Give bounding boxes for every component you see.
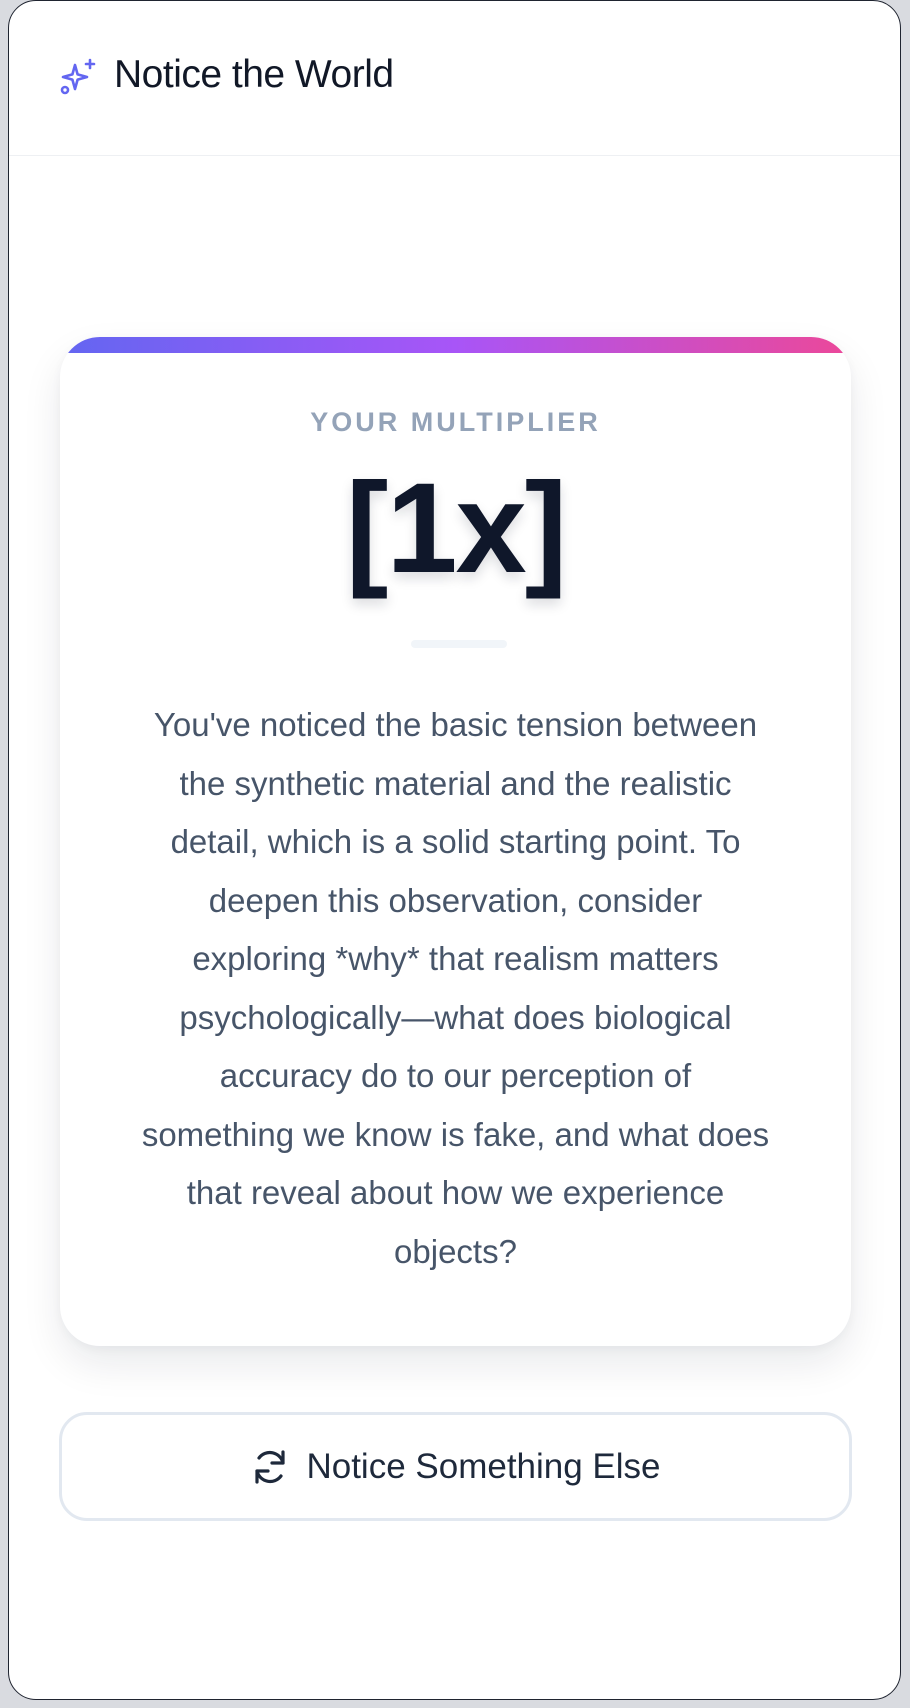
- app-title: Notice the World: [114, 53, 394, 96]
- notice-something-else-button[interactable]: Notice Something Else: [59, 1412, 852, 1521]
- multiplier-label: YOUR MULTIPLIER: [310, 407, 601, 437]
- app-window: Notice the World YOUR MULTIPLIER [1x] Yo…: [8, 0, 901, 1700]
- card-divider: [411, 640, 507, 648]
- feedback-text: You've noticed the basic tension between…: [141, 706, 770, 1270]
- refresh-icon: [250, 1447, 290, 1487]
- multiplier-value: [1x]: [345, 457, 568, 600]
- app-header: Notice the World: [9, 1, 900, 156]
- notice-something-else-label: Notice Something Else: [306, 1446, 661, 1486]
- sparkles-icon: [58, 57, 98, 97]
- card-accent-bar: [60, 337, 851, 353]
- multiplier-card: YOUR MULTIPLIER [1x] You've noticed the …: [60, 337, 851, 1346]
